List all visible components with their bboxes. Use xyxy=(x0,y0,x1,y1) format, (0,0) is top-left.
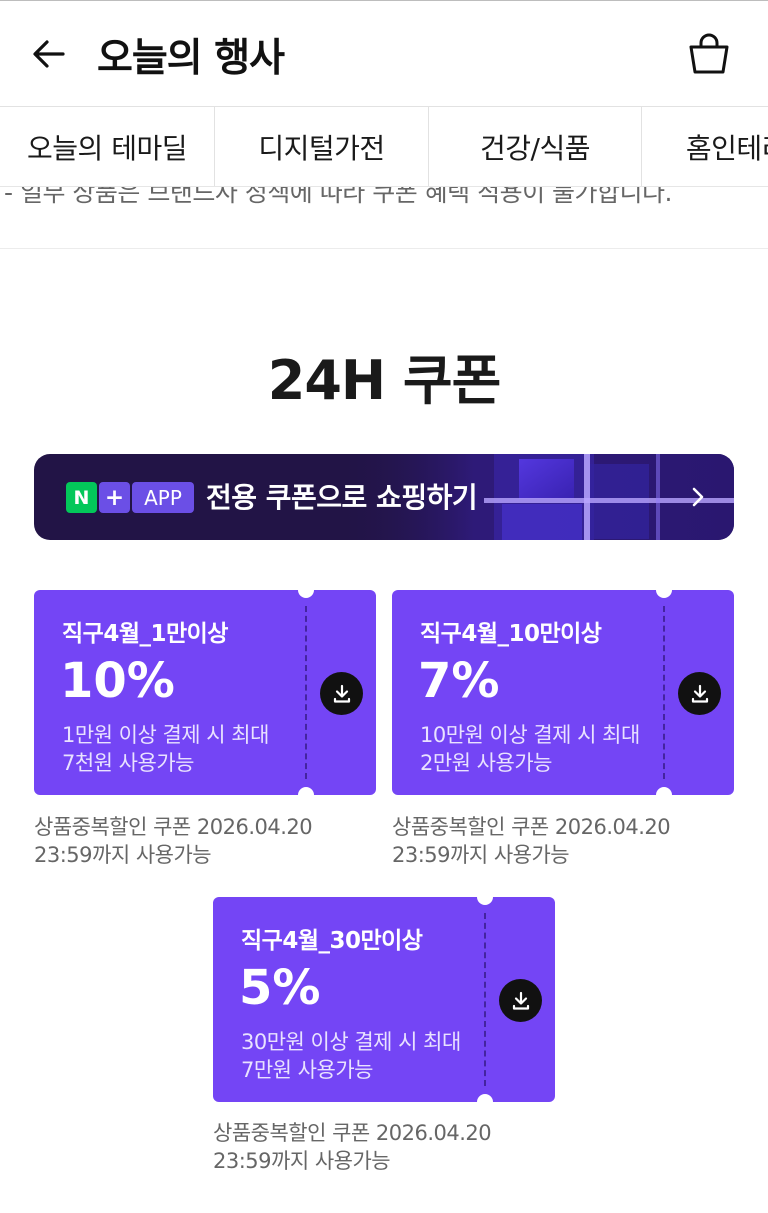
tab-health-food[interactable]: 건강/식품 xyxy=(429,107,641,186)
coupon-desc-line: 1만원 이상 결제 시 최대 xyxy=(62,723,269,747)
cart-button[interactable] xyxy=(682,27,736,81)
section-title: 24H 쿠폰 xyxy=(267,349,502,412)
coupon-card: 직구4월_30만이상 5% 30만원 이상 결제 시 최대 7만원 사용가능 xyxy=(213,897,555,1102)
coupon-download-button[interactable] xyxy=(499,979,542,1022)
coupon-desc-line: 7만원 사용가능 xyxy=(241,1058,373,1082)
coupon-desc-line: 30만원 이상 결제 시 최대 xyxy=(241,1030,461,1054)
banner-text: 전용 쿠폰으로 쇼핑하기 xyxy=(206,481,478,514)
coupon-desc-line: 10만원 이상 결제 시 최대 xyxy=(420,723,640,747)
coupon-notch xyxy=(298,787,314,795)
download-icon xyxy=(512,991,529,1010)
coupon-card: 직구4월_1만이상 10% 1만원 이상 결제 시 최대 7천원 사용가능 xyxy=(34,590,376,795)
page-header: 오늘의 행사 xyxy=(0,1,768,107)
coupon-desc-line: 2만원 사용가능 xyxy=(420,751,552,775)
naver-badge: N xyxy=(66,482,97,513)
shopping-bag-icon xyxy=(689,33,729,74)
coupon-name: 직구4월_1만이상 xyxy=(62,621,228,647)
download-icon xyxy=(333,684,350,703)
app-badge: APP xyxy=(132,482,194,513)
coupon-notice: - 일부 상품은 브랜드사 정책에 따라 쿠폰 혜택 적용이 불가합니다. xyxy=(4,187,673,207)
coupon-notch xyxy=(656,787,672,795)
coupon-description: 10만원 이상 결제 시 최대 2만원 사용가능 xyxy=(420,721,640,777)
coupon-name: 직구4월_10만이상 xyxy=(420,621,602,647)
tab-home-interior[interactable]: 홈인테리어 xyxy=(642,107,768,186)
tab-theme-deal[interactable]: 오늘의 테마딜 xyxy=(0,107,214,186)
chevron-right-icon xyxy=(692,487,704,507)
coupon-notch xyxy=(477,897,493,905)
coupon-desc-line: 7천원 사용가능 xyxy=(62,751,194,775)
coupon-rate: 5% xyxy=(239,960,321,1016)
app-coupon-banner[interactable]: N + APP 전용 쿠폰으로 쇼핑하기 xyxy=(34,454,734,540)
download-icon xyxy=(691,684,708,703)
notice-area: - 일부 상품은 브랜드사 정책에 따라 쿠폰 혜택 적용이 불가합니다. xyxy=(0,187,768,249)
coupon-card: 직구4월_10만이상 7% 10만원 이상 결제 시 최대 2만원 사용가능 xyxy=(392,590,734,795)
coupon-download-button[interactable] xyxy=(320,672,363,715)
coupon-download-button[interactable] xyxy=(678,672,721,715)
coupon-perforation xyxy=(484,913,486,1086)
coupon-description: 30만원 이상 결제 시 최대 7만원 사용가능 xyxy=(241,1028,461,1084)
coupon-note: 상품중복할인 쿠폰 2026.04.20 23:59까지 사용가능 xyxy=(392,813,752,869)
page-title: 오늘의 행사 xyxy=(97,36,285,81)
coupon-notch xyxy=(477,1094,493,1102)
coupon-description: 1만원 이상 결제 시 최대 7천원 사용가능 xyxy=(62,721,269,777)
coupon-perforation xyxy=(663,606,665,779)
coupon-rate: 7% xyxy=(418,653,500,709)
coupon-note-line: 상품중복할인 쿠폰 2026.04.20 xyxy=(34,815,313,839)
category-tabs: 오늘의 테마딜 디지털가전 건강/식품 홈인테리어 xyxy=(0,107,768,187)
coupon-rate: 10% xyxy=(60,653,175,709)
coupon-note: 상품중복할인 쿠폰 2026.04.20 23:59까지 사용가능 xyxy=(34,813,394,869)
coupon-notch xyxy=(298,590,314,598)
coupon-name: 직구4월_30만이상 xyxy=(241,928,423,954)
coupon-note-line: 23:59까지 사용가능 xyxy=(392,843,570,867)
back-button[interactable] xyxy=(26,31,72,77)
coupon-note-line: 23:59까지 사용가능 xyxy=(34,843,212,867)
tab-digital[interactable]: 디지털가전 xyxy=(215,107,428,186)
coupon-note: 상품중복할인 쿠폰 2026.04.20 23:59까지 사용가능 xyxy=(213,1119,573,1175)
arrow-left-icon xyxy=(33,40,65,68)
plus-badge: + xyxy=(99,482,130,513)
coupon-note-line: 상품중복할인 쿠폰 2026.04.20 xyxy=(213,1121,492,1145)
coupon-notch xyxy=(656,590,672,598)
coupon-note-line: 23:59까지 사용가능 xyxy=(213,1149,391,1173)
coupon-note-line: 상품중복할인 쿠폰 2026.04.20 xyxy=(392,815,671,839)
coupon-perforation xyxy=(305,606,307,779)
